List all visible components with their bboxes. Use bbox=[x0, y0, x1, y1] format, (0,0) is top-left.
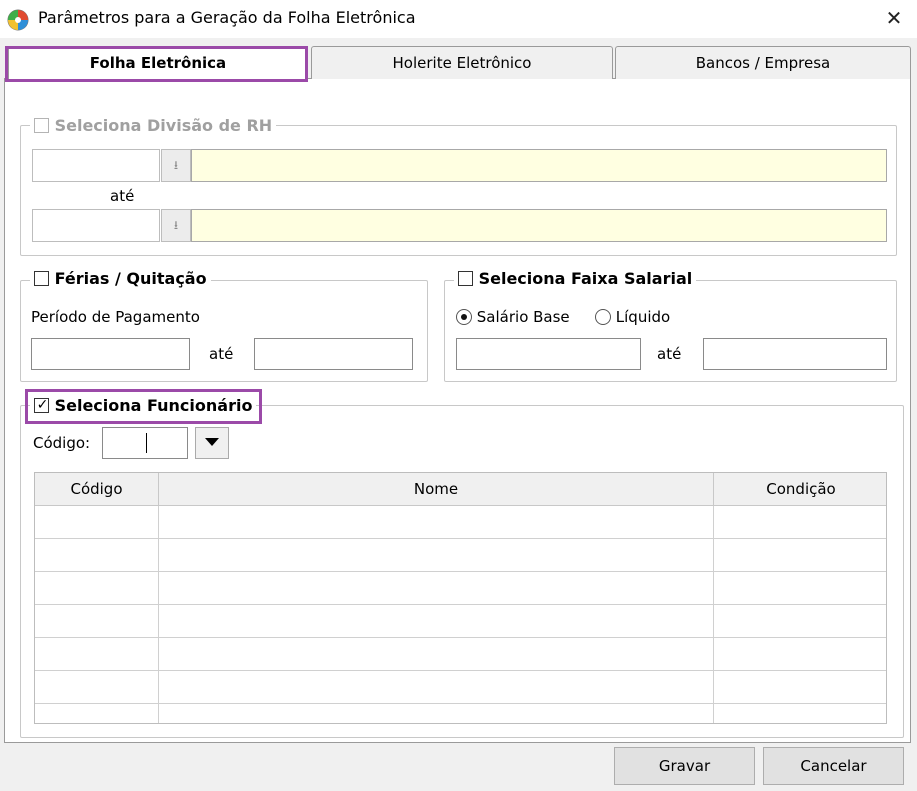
faixa-salarial-checkbox[interactable] bbox=[458, 271, 473, 286]
chevron-down-icon bbox=[205, 438, 219, 446]
ferias-to-input[interactable] bbox=[254, 338, 413, 370]
cancel-button[interactable]: Cancelar bbox=[763, 747, 904, 785]
table-row[interactable] bbox=[35, 605, 886, 638]
codigo-label: Código: bbox=[33, 434, 91, 452]
table-row[interactable] bbox=[35, 572, 886, 605]
app-globe-icon bbox=[7, 9, 29, 31]
tab-bancos-empresa[interactable]: Bancos / Empresa bbox=[615, 46, 911, 79]
divisao-rh-label: Seleciona Divisão de RH bbox=[54, 116, 273, 135]
divisao-from-code-input[interactable] bbox=[32, 149, 160, 182]
faixa-to-input[interactable] bbox=[703, 338, 887, 370]
close-icon[interactable]: ✕ bbox=[878, 4, 910, 32]
funcionario-highlight-box bbox=[25, 389, 262, 424]
periodo-pagamento-label: Período de Pagamento bbox=[31, 308, 200, 326]
divisao-rh-checkbox[interactable] bbox=[34, 118, 49, 133]
tab-highlight-box bbox=[5, 46, 308, 82]
divisao-rh-legend[interactable]: Seleciona Divisão de RH bbox=[30, 116, 277, 136]
radio-liquido-label: Líquido bbox=[615, 308, 671, 326]
table-row[interactable] bbox=[35, 704, 886, 723]
divisao-to-desc-field bbox=[191, 209, 887, 242]
ferias-legend[interactable]: Férias / Quitação bbox=[30, 269, 211, 289]
faixa-salarial-legend[interactable]: Seleciona Faixa Salarial bbox=[454, 269, 697, 289]
save-button[interactable]: Gravar bbox=[614, 747, 755, 785]
table-row[interactable] bbox=[35, 671, 886, 704]
table-row[interactable] bbox=[35, 506, 886, 539]
divisao-to-lookup-icon[interactable]: ⭳ bbox=[161, 209, 191, 242]
ferias-label: Férias / Quitação bbox=[54, 269, 207, 288]
ferias-checkbox[interactable] bbox=[34, 271, 49, 286]
ferias-from-input[interactable] bbox=[31, 338, 190, 370]
faixa-from-input[interactable] bbox=[456, 338, 641, 370]
codigo-dropdown-button[interactable] bbox=[195, 427, 229, 459]
col-header-condicao[interactable]: Condição bbox=[714, 473, 886, 506]
radio-salario-base[interactable]: Salário Base bbox=[456, 307, 570, 327]
radio-salario-base-label: Salário Base bbox=[476, 308, 570, 326]
col-header-codigo[interactable]: Código bbox=[35, 473, 159, 506]
codigo-input[interactable] bbox=[102, 427, 188, 459]
faixa-ate-label: até bbox=[657, 345, 682, 363]
radio-liquido-icon[interactable] bbox=[595, 309, 611, 325]
divisao-to-code-input[interactable] bbox=[32, 209, 160, 242]
radio-liquido[interactable]: Líquido bbox=[595, 307, 670, 327]
grid-header: Código Nome Condição bbox=[35, 473, 886, 506]
divisao-from-desc-field bbox=[191, 149, 887, 182]
ferias-ate-label: até bbox=[209, 345, 234, 363]
divisao-from-lookup-icon[interactable]: ⭳ bbox=[161, 149, 191, 182]
tab-holerite-eletronico[interactable]: Holerite Eletrônico bbox=[311, 46, 613, 79]
table-row[interactable] bbox=[35, 539, 886, 572]
radio-salario-base-icon[interactable] bbox=[456, 309, 472, 325]
funcionarios-grid[interactable]: Código Nome Condição bbox=[34, 472, 887, 724]
window-title: Parâmetros para a Geração da Folha Eletr… bbox=[38, 8, 416, 27]
divisao-ate-label: até bbox=[110, 187, 135, 205]
col-header-nome[interactable]: Nome bbox=[159, 473, 714, 506]
table-row[interactable] bbox=[35, 638, 886, 671]
faixa-salarial-label: Seleciona Faixa Salarial bbox=[478, 269, 693, 288]
text-cursor bbox=[146, 433, 147, 453]
